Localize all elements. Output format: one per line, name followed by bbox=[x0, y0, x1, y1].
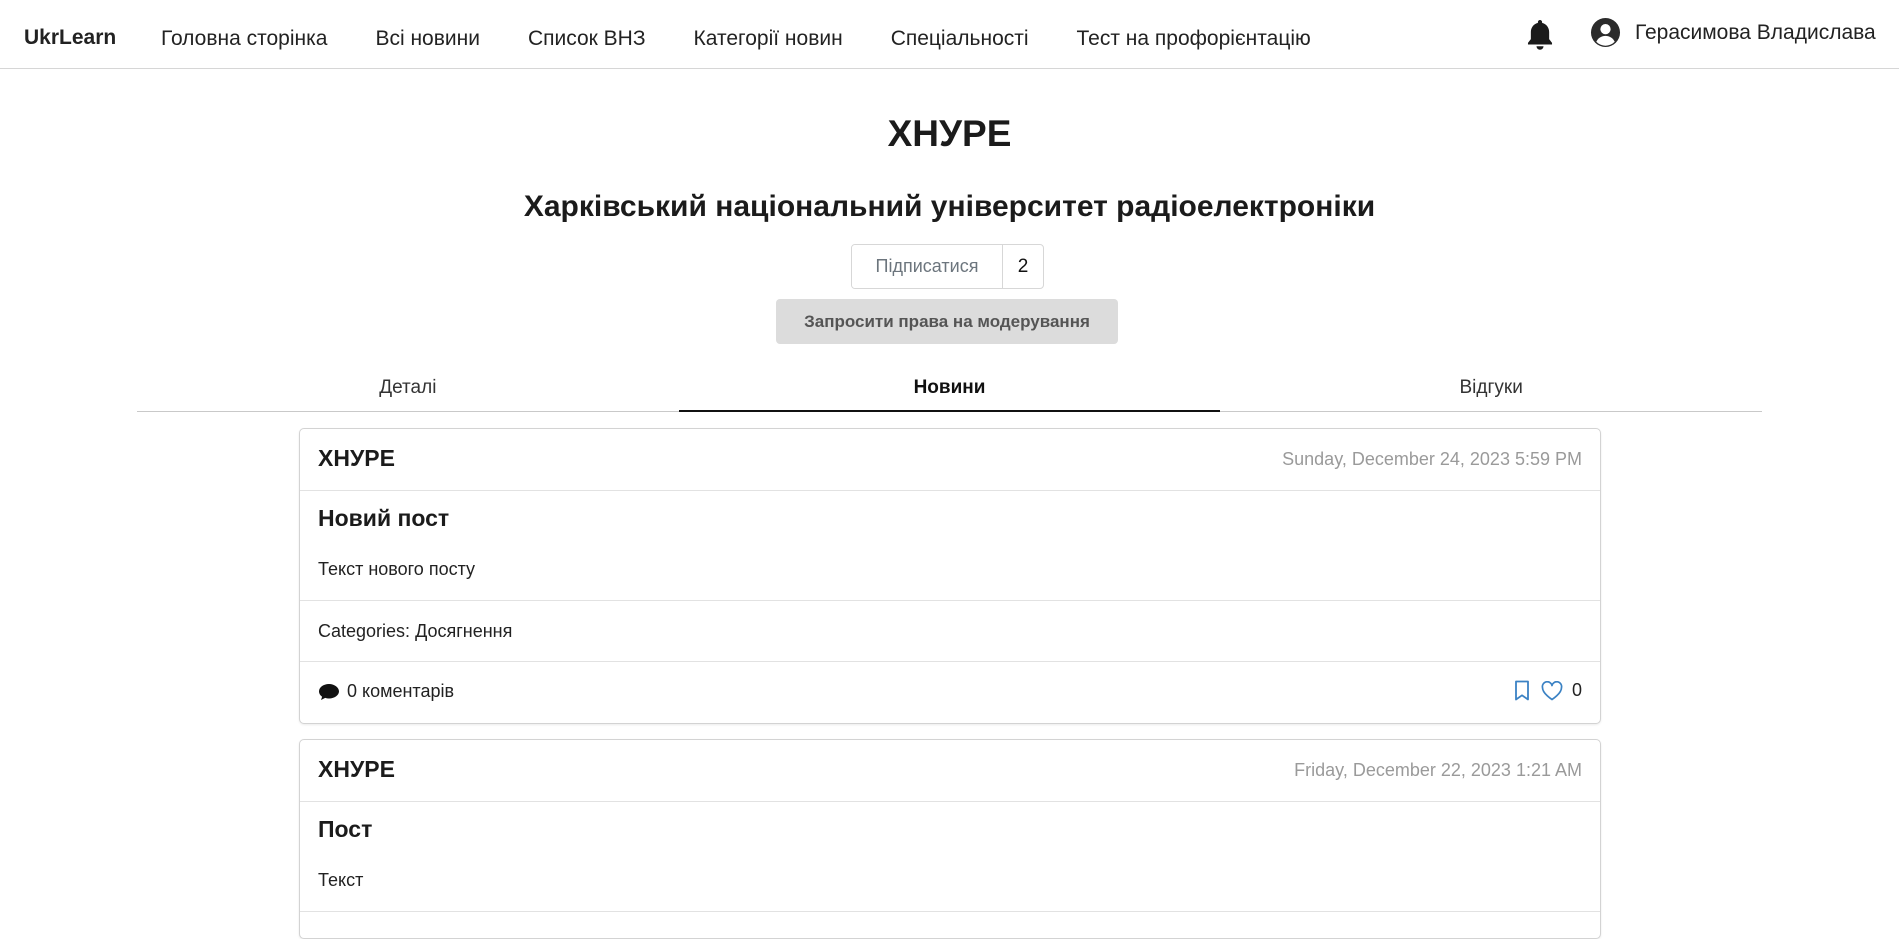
post-body: Новий пост Текст нового посту bbox=[300, 491, 1600, 601]
user-circle-icon bbox=[1590, 17, 1621, 48]
comment-icon bbox=[319, 683, 339, 700]
post-categories: Categories: Досягнення bbox=[300, 601, 1600, 662]
tab-reviews[interactable]: Відгуки bbox=[1220, 370, 1762, 411]
post-date: Sunday, December 24, 2023 5:59 PM bbox=[1282, 449, 1582, 469]
top-navbar: UkrLearn Головна сторінка Всі новини Спи… bbox=[0, 0, 1899, 69]
post-author[interactable]: ХНУРЕ bbox=[318, 756, 395, 783]
post-text: Текст bbox=[318, 870, 364, 890]
nav-link-career-test[interactable]: Тест на профорієнтацію bbox=[1077, 27, 1311, 51]
nav-link-home[interactable]: Головна сторінка bbox=[161, 27, 327, 51]
categories-line: Categories: Досягнення bbox=[318, 621, 512, 642]
nav-links: Головна сторінка Всі новини Список ВНЗ К… bbox=[161, 27, 1359, 51]
subscribe-button[interactable]: Підписатися bbox=[852, 245, 1003, 288]
comments-link[interactable]: 0 коментарів bbox=[318, 681, 454, 702]
post-title[interactable]: Новий пост bbox=[318, 505, 449, 532]
brand-logo[interactable]: UkrLearn bbox=[24, 26, 116, 50]
categories-label: Categories: bbox=[318, 621, 411, 641]
post-date: Friday, December 22, 2023 1:21 AM bbox=[1294, 760, 1582, 780]
nav-link-specialties[interactable]: Спеціальності bbox=[891, 27, 1029, 51]
tab-details[interactable]: Деталі bbox=[137, 370, 679, 411]
nav-link-news-categories[interactable]: Категорії новин bbox=[694, 27, 843, 51]
user-menu[interactable]: Герасимова Владислава bbox=[1590, 17, 1876, 48]
post-footer: 0 коментарів 0 bbox=[300, 662, 1600, 723]
subscribe-group: Підписатися 2 bbox=[851, 244, 1044, 289]
post-header: ХНУРЕ Friday, December 22, 2023 1:21 AM bbox=[300, 740, 1600, 802]
nav-link-universities[interactable]: Список ВНЗ bbox=[528, 27, 646, 51]
post-author[interactable]: ХНУРЕ bbox=[318, 445, 395, 472]
post-title[interactable]: Пост bbox=[318, 816, 372, 843]
category-link[interactable]: Досягнення bbox=[415, 621, 512, 641]
university-short-name: ХНУРЕ bbox=[887, 113, 1012, 154]
university-tabs: Деталі Новини Відгуки bbox=[137, 370, 1762, 412]
nav-link-all-news[interactable]: Всі новини bbox=[375, 27, 480, 51]
post-text: Текст нового посту bbox=[318, 559, 476, 579]
bell-icon[interactable] bbox=[1524, 18, 1556, 52]
news-post-card: ХНУРЕ Sunday, December 24, 2023 5:59 PM … bbox=[299, 428, 1601, 724]
like-count: 0 bbox=[1571, 680, 1582, 700]
subscriber-count: 2 bbox=[1017, 256, 1029, 277]
tab-news[interactable]: Новини bbox=[678, 370, 1221, 412]
comments-count: 0 коментарів bbox=[347, 681, 455, 701]
bookmark-icon[interactable] bbox=[1514, 680, 1530, 701]
university-full-name: Харківський національний університет рад… bbox=[523, 190, 1376, 223]
post-body: Пост Текст bbox=[300, 802, 1600, 912]
post-header: ХНУРЕ Sunday, December 24, 2023 5:59 PM bbox=[300, 429, 1600, 491]
post-actions: 0 bbox=[1514, 680, 1582, 701]
user-name: Герасимова Владислава bbox=[1635, 20, 1876, 44]
news-post-card: ХНУРЕ Friday, December 22, 2023 1:21 AM … bbox=[299, 739, 1601, 939]
heart-icon[interactable] bbox=[1541, 680, 1563, 701]
request-moderation-button[interactable]: Запросити права на модерування bbox=[776, 299, 1118, 344]
